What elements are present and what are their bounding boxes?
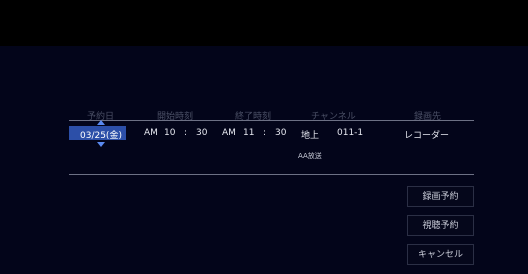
end-separator: : [263, 128, 267, 138]
start-separator: : [184, 128, 188, 138]
watch-reservation-button[interactable]: 視聴予約 [407, 215, 474, 236]
destination-value[interactable]: レコーダー [404, 128, 449, 141]
date-up-arrow-icon[interactable] [97, 120, 105, 125]
cancel-button[interactable]: キャンセル [407, 244, 474, 265]
top-black-band [0, 0, 528, 46]
end-minute[interactable]: 30 [275, 128, 286, 138]
date-down-arrow-icon[interactable] [97, 142, 105, 147]
end-hour[interactable]: 11 [243, 128, 254, 138]
end-ampm[interactable]: AM [222, 128, 236, 138]
start-ampm[interactable]: AM [144, 128, 158, 138]
content-divider [69, 174, 474, 175]
reservation-screen: 予約日 開始時刻 終了時刻 チャンネル 録画先 03/25(金) AM 10 :… [0, 0, 528, 274]
station-name: AA放送 [298, 152, 322, 160]
header-divider [69, 120, 474, 121]
record-reservation-button[interactable]: 録画予約 [407, 186, 474, 207]
channel-number[interactable]: 011-1 [337, 128, 363, 138]
date-value[interactable]: 03/25(金) [80, 128, 122, 141]
channel-type[interactable]: 地上 [301, 128, 319, 141]
start-minute[interactable]: 30 [196, 128, 207, 138]
start-hour[interactable]: 10 [164, 128, 175, 138]
